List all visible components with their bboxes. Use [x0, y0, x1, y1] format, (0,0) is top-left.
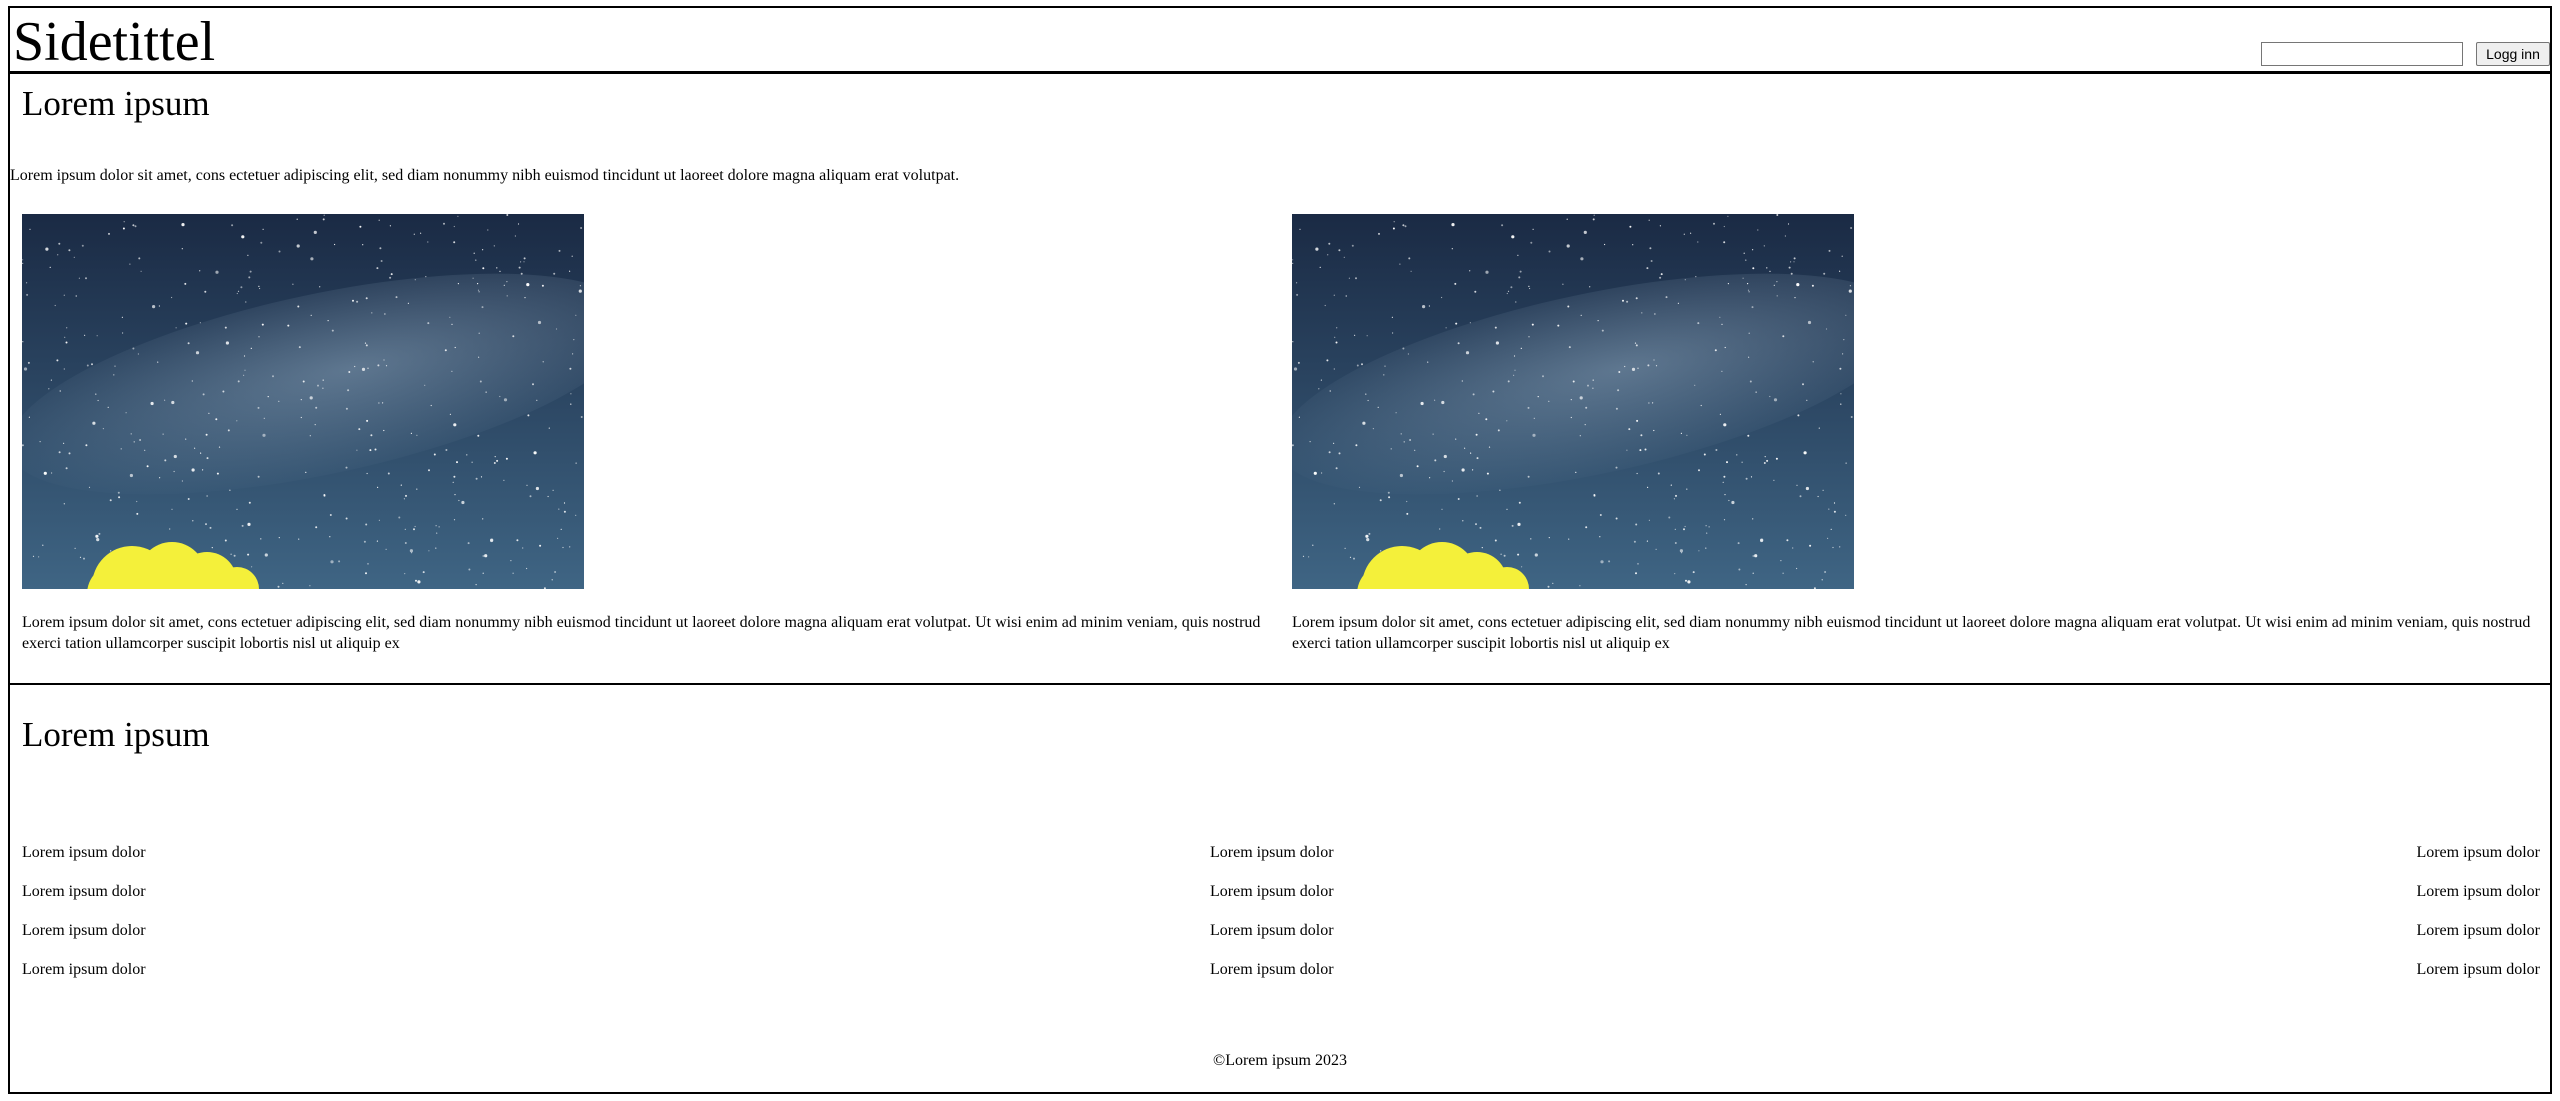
link-item[interactable]: Lorem ipsum dolor: [2416, 960, 2540, 980]
login-button[interactable]: Logg inn: [2476, 42, 2550, 66]
link-item[interactable]: Lorem ipsum dolor: [2416, 843, 2540, 863]
card-text: Lorem ipsum dolor sit amet, cons ectetue…: [1292, 614, 2531, 652]
link-item[interactable]: Lorem ipsum dolor: [1210, 843, 1334, 863]
site-header: Sidetittel Logg inn: [8, 6, 2552, 74]
intro-text: Lorem ipsum dolor sit amet, cons ectetue…: [10, 167, 960, 184]
link-item[interactable]: Lorem ipsum dolor: [22, 882, 146, 902]
copyright-text: ©Lorem ipsum 2023: [1213, 1052, 1347, 1069]
featured-section: Lorem ipsum Lorem ipsum dolor sit amet, …: [8, 72, 2552, 685]
card-text: Lorem ipsum dolor sit amet, cons ectetue…: [22, 614, 1261, 652]
link-item[interactable]: Lorem ipsum dolor: [22, 921, 146, 941]
section-heading: Lorem ipsum: [22, 84, 210, 123]
night-sky-image: [22, 214, 584, 589]
link-item[interactable]: Lorem ipsum dolor: [2416, 882, 2540, 902]
link-item[interactable]: Lorem ipsum dolor: [1210, 921, 1334, 941]
login-input[interactable]: [2261, 42, 2463, 66]
link-item[interactable]: Lorem ipsum dolor: [22, 960, 146, 980]
link-item[interactable]: Lorem ipsum dolor: [22, 843, 146, 863]
site-title: Sidetittel: [13, 11, 216, 73]
link-item[interactable]: Lorem ipsum dolor: [1210, 882, 1334, 902]
link-item[interactable]: Lorem ipsum dolor: [1210, 960, 1334, 980]
section-heading: Lorem ipsum: [22, 715, 210, 754]
link-item[interactable]: Lorem ipsum dolor: [2416, 921, 2540, 941]
links-section: Lorem ipsum Lorem ipsum dolor Lorem ipsu…: [8, 683, 2552, 1094]
night-sky-image: [1292, 214, 1854, 589]
